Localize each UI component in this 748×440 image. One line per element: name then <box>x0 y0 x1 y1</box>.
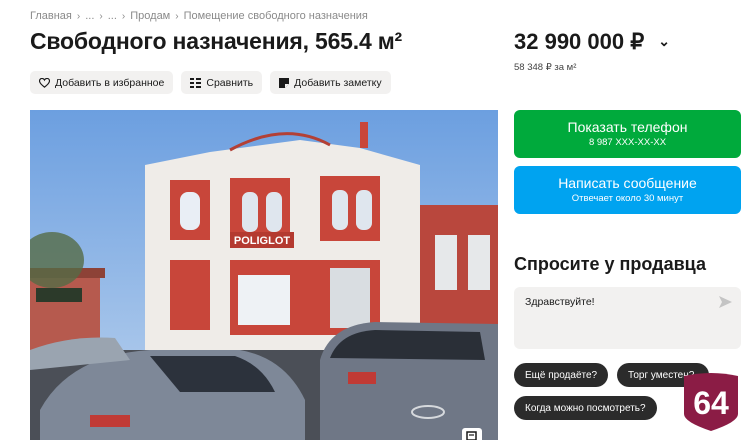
chevron-right-icon: › <box>76 10 81 22</box>
breadcrumb-item[interactable]: Помещение свободного назначения <box>184 10 368 22</box>
chevron-right-icon: › <box>175 10 179 22</box>
compare-label: Сравнить <box>206 76 254 89</box>
chevron-right-icon: › <box>121 10 126 22</box>
add-note-label: Добавить заметку <box>294 76 382 89</box>
page-title: Свободного назначения, 565.4 м² <box>30 28 403 54</box>
write-message-label: Написать сообщение <box>558 175 697 191</box>
price-block[interactable]: 32 990 000 ₽ ⌄ <box>514 29 670 55</box>
quick-question-chip[interactable]: Когда можно посмотреть? <box>514 396 657 420</box>
breadcrumb: Главная › ... › ... › Продам › Помещение… <box>30 10 368 22</box>
breadcrumb-home[interactable]: Главная <box>30 10 72 22</box>
ask-seller-title: Спросите у продавца <box>514 254 706 274</box>
message-input-value: Здравствуйте! <box>525 296 595 308</box>
phone-number: 8 987 XXX-XX-XX <box>588 137 667 148</box>
price: 32 990 000 ₽ <box>514 29 645 54</box>
show-phone-button[interactable]: Показать телефон 8 987 XXX-XX-XX <box>514 110 741 158</box>
response-time: Отвечает около 30 минут <box>571 193 684 204</box>
add-note-button[interactable]: Добавить заметку <box>270 71 391 94</box>
chevron-right-icon: › <box>99 10 103 22</box>
send-icon[interactable] <box>719 296 732 308</box>
quick-question-chip[interactable]: Ещё продаёте? <box>514 363 609 387</box>
add-to-favorites-label: Добавить в избранное <box>55 76 165 89</box>
site-logo-badge: 64 <box>684 373 738 431</box>
breadcrumb-item[interactable]: ... <box>108 10 117 22</box>
listing-actions: Добавить в избранное Сравнить Добавить з… <box>30 71 391 94</box>
compare-button[interactable]: Сравнить <box>181 71 263 94</box>
write-message-button[interactable]: Написать сообщение Отвечает около 30 мин… <box>514 166 741 214</box>
note-icon <box>279 77 290 88</box>
building-photo: POLIGLOT <box>30 110 498 440</box>
building-sign: POLIGLOT <box>234 235 291 247</box>
breadcrumb-item[interactable]: Продам <box>130 10 170 22</box>
badge-text: 64 <box>693 385 729 421</box>
listing-photo[interactable]: POLIGLOT <box>30 110 498 440</box>
add-to-favorites-button[interactable]: Добавить в избранное <box>30 71 174 94</box>
price-per-meter: 58 348 ₽ за м² <box>514 62 577 73</box>
message-input[interactable]: Здравствуйте! <box>514 287 741 349</box>
heart-icon <box>39 77 50 88</box>
show-phone-label: Показать телефон <box>567 119 688 135</box>
breadcrumb-item[interactable]: ... <box>85 10 94 22</box>
chevron-down-icon[interactable]: ⌄ <box>658 33 670 50</box>
gallery-icon[interactable] <box>462 428 482 440</box>
compare-icon <box>190 77 202 88</box>
